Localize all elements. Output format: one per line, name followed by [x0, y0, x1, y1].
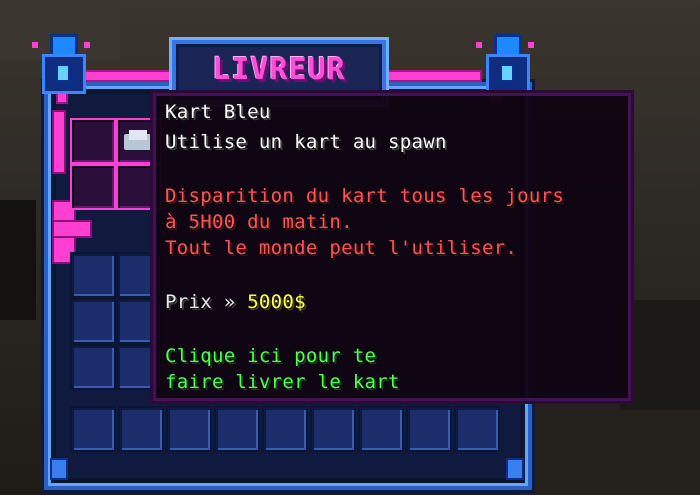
- hotbar-slot[interactable]: [454, 406, 500, 452]
- hotbar-slot[interactable]: [214, 406, 260, 452]
- tooltip-action-line: faire livrer le kart: [165, 371, 400, 393]
- tooltip-warning-line: Disparition du kart tous les jours: [165, 185, 565, 207]
- tooltip-warning-line: à 5H00 du matin.: [165, 211, 353, 233]
- side-ornament-left-arm: [52, 220, 92, 238]
- corner-ornament: [50, 458, 68, 480]
- hotbar-slot[interactable]: [406, 406, 452, 452]
- shop-title: LIVREUR: [212, 52, 346, 87]
- inventory-slot[interactable]: [70, 344, 116, 390]
- slot[interactable]: [70, 118, 116, 164]
- inventory-slot[interactable]: [70, 298, 116, 344]
- top-pipe-right: [378, 70, 482, 82]
- background-block: [520, 400, 700, 495]
- crystal-lamp-icon: [476, 34, 534, 94]
- price-value: 5000$: [247, 291, 306, 313]
- hotbar-slot[interactable]: [310, 406, 356, 452]
- background-shadow: [0, 200, 36, 320]
- hotbar-slot[interactable]: [358, 406, 404, 452]
- item-tooltip: Kart Bleu Utilise un kart au spawn Dispa…: [150, 90, 634, 404]
- tooltip-description: Utilise un kart au spawn: [165, 131, 447, 153]
- tooltip-warning-line: Tout le monde peut l'utiliser.: [165, 237, 518, 259]
- tooltip-price: Prix » 5000$: [165, 291, 306, 313]
- crystal-lamp-icon: [32, 34, 90, 94]
- top-pipe-left: [84, 70, 178, 82]
- price-label: Prix »: [165, 291, 248, 313]
- tooltip-item-name: Kart Bleu: [165, 101, 271, 123]
- tooltip-action-line: Clique ici pour te: [165, 345, 377, 367]
- side-ornament-left-top: [52, 110, 66, 174]
- slot[interactable]: [70, 164, 116, 210]
- hotbar-slot[interactable]: [262, 406, 308, 452]
- hotbar-slot[interactable]: [70, 406, 116, 452]
- hotbar-slot[interactable]: [118, 406, 164, 452]
- inventory-slot[interactable]: [70, 252, 116, 298]
- hotbar-slot[interactable]: [166, 406, 212, 452]
- corner-ornament: [506, 458, 524, 480]
